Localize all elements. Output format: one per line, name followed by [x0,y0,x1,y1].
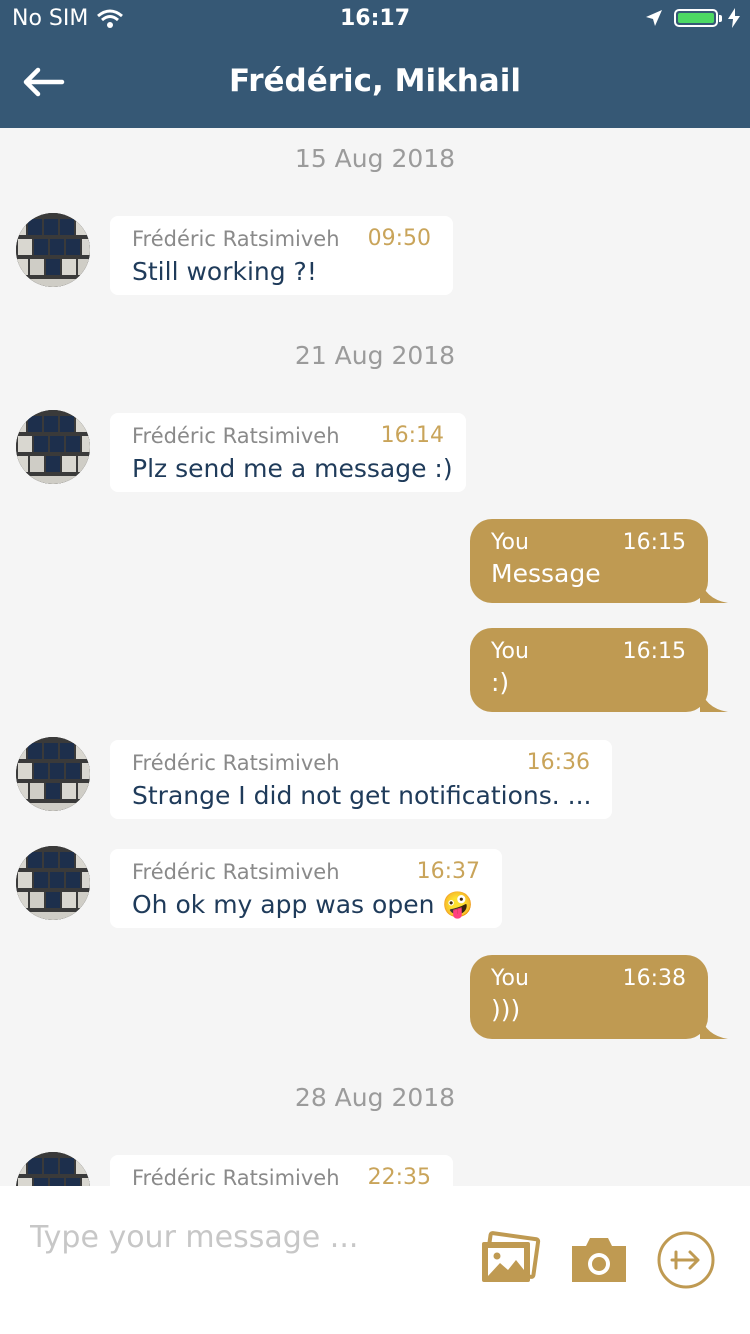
message-time: 22:35 [367,1165,431,1186]
message-bubble[interactable]: Frédéric Ratsimiveh 16:37 Oh ok my app wa… [110,849,502,928]
own-message-bubble[interactable]: You 16:38 ))) [470,955,728,1039]
message-composer [0,1186,750,1334]
battery-level [678,13,714,23]
message-bubble[interactable]: Frédéric Ratsimiveh 16:14 Plz send me a m… [110,413,466,492]
message-bubble[interactable]: Frédéric Ratsimiveh 09:50 Still working ?… [110,216,453,295]
message-time: 16:36 [526,750,590,775]
own-message-bubble[interactable]: You 16:15 Message [470,519,728,603]
message-text: Message [491,559,601,588]
avatar[interactable] [16,737,90,811]
message-input[interactable] [28,1214,462,1260]
message-text: Still working ?! [132,257,317,286]
message-bubble[interactable]: Frédéric Ratsimiveh 16:36 Strange I did n… [110,740,612,819]
date-separator: 28 Aug 2018 [294,1083,456,1112]
sender-name: Frédéric Ratsimiveh [132,750,340,775]
status-right [644,8,740,28]
bubble-tail [700,577,728,603]
avatar[interactable] [16,846,90,920]
message-text: Oh ok my app was open 🤪 [132,890,474,919]
sender-name: Frédéric Ratsimiveh [132,859,340,884]
sender-name: Frédéric Ratsimiveh [132,1165,340,1187]
photo-gallery-icon[interactable] [478,1230,542,1288]
conversation-title: Frédéric, Mikhail [229,63,521,99]
message-time: 09:50 [367,226,431,251]
avatar[interactable] [16,410,90,484]
message-text: ))) [491,995,521,1024]
message-list[interactable]: 15 Aug 2018 Frédéric Ratsimiveh 09:50 Sti… [0,128,750,1186]
bubble-tail [700,686,728,712]
message-time: 16:38 [622,966,686,991]
message-time: 16:15 [622,639,686,664]
send-button[interactable] [656,1230,716,1290]
message-time: 16:37 [416,859,480,884]
avatar[interactable] [16,1152,90,1186]
message-text: :) [491,668,510,697]
camera-icon[interactable] [568,1236,630,1284]
sender-name: You [491,639,529,664]
top-navigation-bar: No SIM 16:17 Frédéric, Mikhail [0,0,750,128]
message-text: Strange I did not get notifications. ... [132,781,592,810]
message-time: 16:14 [380,423,444,448]
charging-bolt-icon [728,8,740,28]
sender-name: You [491,530,529,555]
location-arrow-icon [646,10,662,26]
sender-name: Frédéric Ratsimiveh [132,226,340,251]
bubble-tail [700,1013,728,1039]
message-text: Plz send me a message :) [132,454,453,483]
message-time: 16:15 [622,530,686,555]
date-separator: 21 Aug 2018 [294,341,456,370]
battery-icon [674,9,722,27]
status-bar: No SIM 16:17 [0,0,750,40]
sender-name: You [491,966,529,991]
date-separator: 15 Aug 2018 [294,144,456,173]
status-time: 16:17 [339,6,411,31]
own-message-bubble[interactable]: You 16:15 :) [470,628,728,712]
message-bubble[interactable]: Frédéric Ratsimiveh 22:35 [110,1155,453,1186]
avatar[interactable] [16,213,90,287]
sender-name: Frédéric Ratsimiveh [132,423,340,448]
